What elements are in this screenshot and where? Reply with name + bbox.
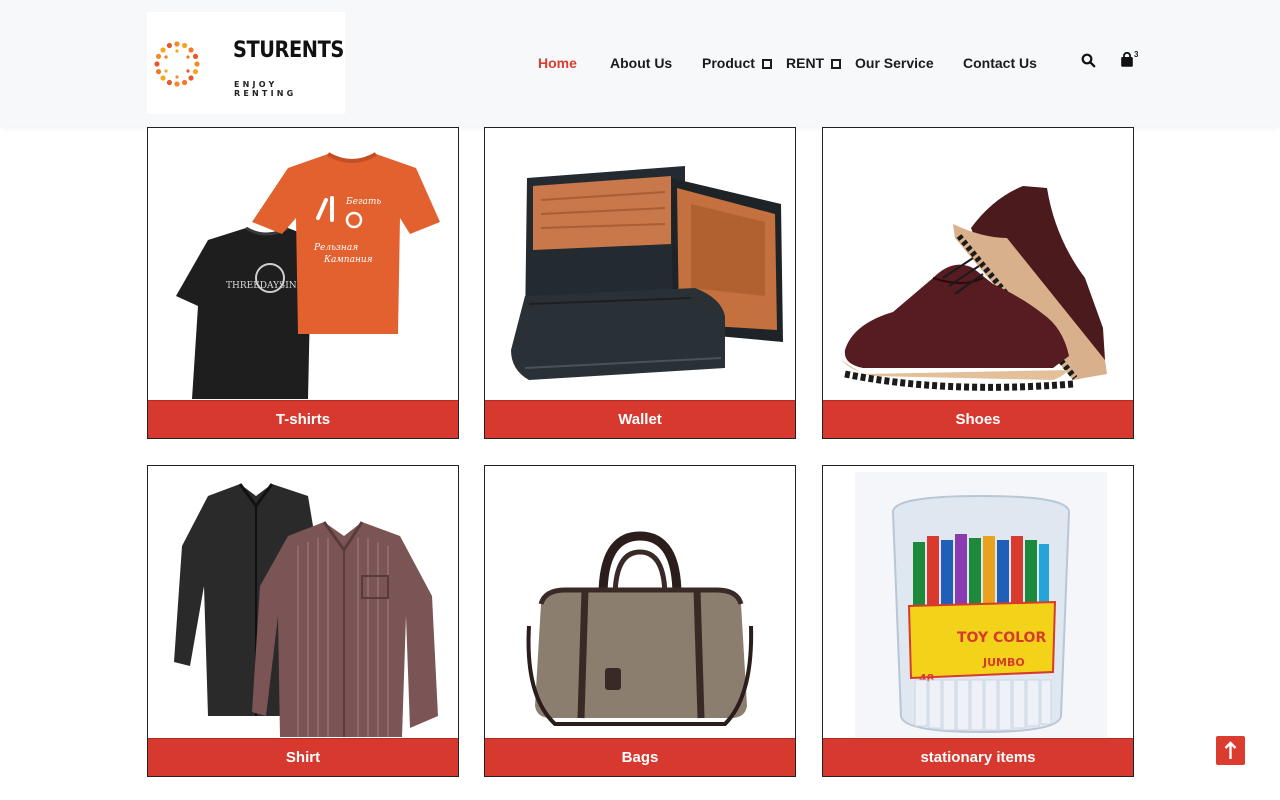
tshirts-image: THREEDAYSIND Бегать Рельзная Кампания [148,128,458,399]
category-label: Shirt [148,738,458,776]
category-card-shirt[interactable]: Shirt [147,465,459,777]
category-label: Wallet [485,400,795,438]
site-header: STURENTS ENJOY RENTING Home About Us Pro… [0,0,1280,126]
svg-text:THREEDAYSIND: THREEDAYSIND [226,281,304,291]
nav-home[interactable]: Home [538,54,577,72]
nav-home-label: Home [538,55,577,71]
category-card-shoes[interactable]: Shoes [822,127,1134,439]
category-card-bags[interactable]: Bags [484,465,796,777]
logo[interactable]: STURENTS ENJOY RENTING [147,12,345,114]
svg-text:TOY COLOR: TOY COLOR [957,630,1046,646]
markers-image: TOY COLOR JUMBO 48 [823,466,1133,737]
svg-text:Кампания: Кампания [323,255,373,265]
category-card-stationary[interactable]: TOY COLOR JUMBO 48 stationary items [822,465,1134,777]
svg-text:Рельзная: Рельзная [313,243,358,253]
search-icon[interactable] [1081,53,1096,68]
category-label: T-shirts [148,400,458,438]
nav-our-service[interactable]: Our Service [855,54,934,72]
brand-name: STURENTS [233,38,344,63]
nav-service-label: Our Service [855,55,934,71]
nav-product-label: Product [702,55,755,71]
shoes-image [823,128,1133,399]
bag-image [485,466,795,737]
category-card-tshirts[interactable]: THREEDAYSIND Бегать Рельзная Кампания T-… [147,127,459,439]
scroll-to-top-button[interactable] [1216,736,1245,765]
dropdown-toggle-icon [831,59,842,69]
category-label: Shoes [823,400,1133,438]
nav-rent-label: RENT [786,55,825,71]
cart-count-badge: 3 [1134,50,1139,59]
shopping-bag-icon[interactable] [1120,52,1134,68]
arrow-up-icon [1224,741,1237,759]
category-label: Bags [485,738,795,776]
shirts-image [148,466,458,737]
svg-text:JUMBO: JUMBO [982,656,1025,669]
svg-text:Бегать: Бегать [345,197,381,207]
nav-about-us[interactable]: About Us [610,54,672,72]
nav-contact-label: Contact Us [963,55,1037,71]
nav-product[interactable]: Product [702,54,772,72]
nav-contact-us[interactable]: Contact Us [963,54,1037,72]
wallet-image [485,128,795,399]
category-card-wallet[interactable]: Wallet [484,127,796,439]
nav-rent[interactable]: RENT [786,54,842,72]
dropdown-toggle-icon [761,59,772,69]
category-label: stationary items [823,738,1133,776]
brand-tagline: ENJOY RENTING [234,80,297,98]
nav-about-label: About Us [610,55,673,71]
sunburst-logo-icon [154,41,200,87]
